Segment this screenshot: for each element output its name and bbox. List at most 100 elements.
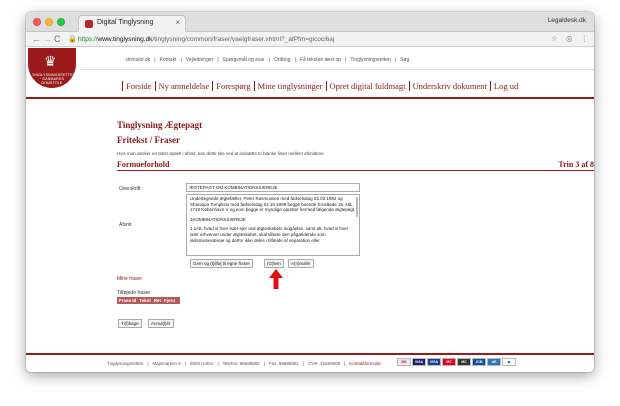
main-nav-item[interactable]: Ny anmeldelse (154, 81, 213, 91)
back-arrow-icon[interactable]: ← (32, 33, 41, 45)
footer-separator: | (217, 361, 219, 366)
footer-separator: | (344, 361, 346, 366)
page-subtitle: Fritekst / Fraser (117, 135, 180, 145)
reload-icon[interactable]: C (54, 33, 61, 45)
payment-card-icon: MC (442, 358, 456, 366)
payment-card-icon: DK (397, 358, 411, 366)
footer-item: Fax: 99685801 (268, 361, 299, 366)
forget-button[interactable]: (G)lem (264, 259, 284, 268)
footer-item: 9500 Hobro (189, 361, 214, 366)
main-nav-item[interactable]: Mine tinglysninger (253, 81, 326, 91)
profile-label[interactable]: Legaldesk.dk (548, 17, 586, 24)
top-links: domstol.dk | Kontakt | Vejledninger | Spørgsmå… (124, 57, 411, 63)
cancel-button[interactable]: A(n)nullér (288, 259, 314, 268)
red-arrow-annotation (269, 269, 283, 289)
main-nav-item[interactable]: Opret digital fuldmagt (325, 81, 409, 91)
footer-item: Majsmarken 5 (152, 361, 181, 366)
top-link[interactable]: Søg (400, 57, 409, 63)
footer-rule (26, 353, 594, 355)
site-logo[interactable]: ♛ TINGLYSNINGSRETTEN · DANMARKS DOMSTOLE (28, 48, 76, 88)
payment-cards: DK VISA VISA MC MC JCB AE ◈ (397, 358, 517, 372)
link-separator: | (180, 57, 182, 63)
afsnit-paragraph: 1.1Alt, hvad vi hver især ejer ved ægtes… (190, 226, 349, 243)
address-toolbar: ← → C 🔒 https://www.tinglysning.dk/tingl… (26, 32, 594, 47)
main-navigation: Forside Ny anmeldelse Forespørg Mine tingly… (122, 81, 522, 91)
payment-card-icon: MC (457, 358, 471, 366)
main-nav-item[interactable]: Log ud (489, 81, 522, 91)
address-bar[interactable]: https://www.tinglysning.dk/tinglysning/c… (78, 35, 334, 44)
top-link[interactable]: Få teksten læst op (300, 57, 341, 63)
link-separator: | (345, 57, 347, 63)
table-header-cell: Fjern (163, 298, 175, 303)
footer-info: Tinglysningsretten | Majsmarken 5 | 9500 Hob… (105, 361, 383, 366)
close-window-button[interactable] (33, 18, 41, 26)
link-separator: | (154, 57, 156, 63)
payment-card-icon: JCB (472, 358, 486, 366)
cancel-bottom-button[interactable]: Annul(l)ér (148, 319, 174, 328)
footer-separator: | (302, 361, 305, 366)
step-indicator: Trin 3 af 8 (558, 160, 594, 169)
tab-bar: Digital Tinglysning × Legaldesk.dk (26, 12, 594, 32)
payment-card-icon: ◈ (502, 358, 516, 366)
overskrift-input[interactable]: ÆGTEPAGT OM KOMBINATIONSSÆREJE (186, 183, 360, 192)
top-divider (81, 69, 594, 70)
afsnit-textarea[interactable]: Undertegnede ægtefæller, Peter Rasmussen… (186, 194, 360, 256)
table-header-cell: Frase Id (119, 298, 137, 303)
section-header: Formueforhold Trin 3 af 8 (117, 158, 594, 171)
payment-card-icon: AE (487, 358, 501, 366)
info-text: Hvis man ønsker en tekst opdelt i afsnit… (117, 151, 325, 156)
table-header-cell: Tekst (139, 298, 151, 303)
logo-text: TINGLYSNINGSRETTEN · DANMARKS DOMSTOLE (32, 73, 76, 85)
afsnit-label: Afsnit (119, 222, 132, 228)
minimize-window-button[interactable] (45, 18, 53, 26)
browser-window: Digital Tinglysning × Legaldesk.dk ← → C… (26, 12, 594, 372)
payment-card-icon: VISA (427, 358, 441, 366)
browser-tab[interactable]: Digital Tinglysning × (78, 15, 186, 32)
table-header-cell: Ret (153, 298, 161, 303)
back-button[interactable]: Ti(l)bage (118, 319, 142, 328)
top-link[interactable]: Tinglysningsretten (350, 57, 390, 63)
url-scheme: https:// (78, 36, 98, 43)
textarea-scrollbar[interactable] (356, 197, 358, 217)
phrases-table-header: Frase Id Tekst Ret Fjern (117, 297, 180, 304)
footer-separator: | (147, 361, 149, 366)
save-phrase-button[interactable]: Gem og (t)ilføj til egne fraser (190, 259, 254, 268)
maximize-window-button[interactable] (57, 18, 65, 26)
added-phrases-label: Tilføjede fraser (117, 290, 151, 296)
favicon-icon (85, 20, 93, 28)
toolbar-icons: ☆ ◎ ⋮ (545, 34, 588, 44)
star-icon[interactable]: ☆ (551, 34, 558, 43)
forward-arrow-icon[interactable]: → (43, 33, 52, 45)
top-link[interactable]: Spørgsmål og svar (223, 57, 265, 63)
url-path: /tinglysning/common/fraser/vaelgfraser.x… (152, 36, 335, 43)
tab-title: Digital Tinglysning (97, 19, 154, 26)
afsnit-paragraph: 1KOMBINATIONSSÆREJE (190, 216, 246, 222)
my-phrases-link[interactable]: Mine fraser (117, 276, 142, 282)
top-link[interactable]: domstol.dk (126, 57, 150, 63)
top-link[interactable]: Kontakt (160, 57, 177, 63)
afsnit-paragraph: Undertegnede ægtefæller, Peter Rasmussen… (190, 196, 356, 213)
contact-form-link[interactable]: Kontaktformular (349, 361, 381, 366)
main-nav-item[interactable]: Forespørg (212, 81, 254, 91)
footer-separator: | (263, 361, 265, 366)
top-link[interactable]: Vejledninger (186, 57, 214, 63)
footer-item: CVR: 21659509 (308, 361, 341, 366)
section-title: Formueforhold (117, 160, 170, 169)
url-host: www.tinglysning.dk (97, 36, 153, 43)
footer-item: Tinglysningsretten (107, 361, 144, 366)
footer-separator: | (184, 361, 186, 366)
crown-icon: ♛ (44, 53, 57, 69)
link-separator: | (394, 57, 397, 63)
extension-icon[interactable]: ◎ (566, 34, 573, 43)
tab-close-icon[interactable]: × (175, 18, 180, 27)
footer-item: Telefon: 99685800 (222, 361, 260, 366)
page-title: Tinglysning Ægtepagt (117, 120, 203, 130)
screenshot-stage: Digital Tinglysning × Legaldesk.dk ← → C… (0, 0, 620, 406)
lock-icon: 🔒 (68, 36, 77, 43)
link-separator: | (294, 57, 296, 63)
main-nav-item[interactable]: Forside (122, 81, 155, 91)
web-page: ♛ TINGLYSNINGSRETTEN · DANMARKS DOMSTOLE… (26, 47, 594, 372)
main-nav-item[interactable]: Underskriv dokument (408, 81, 490, 91)
top-link[interactable]: Ordbog (274, 57, 291, 63)
menu-icon[interactable]: ⋮ (581, 34, 589, 43)
